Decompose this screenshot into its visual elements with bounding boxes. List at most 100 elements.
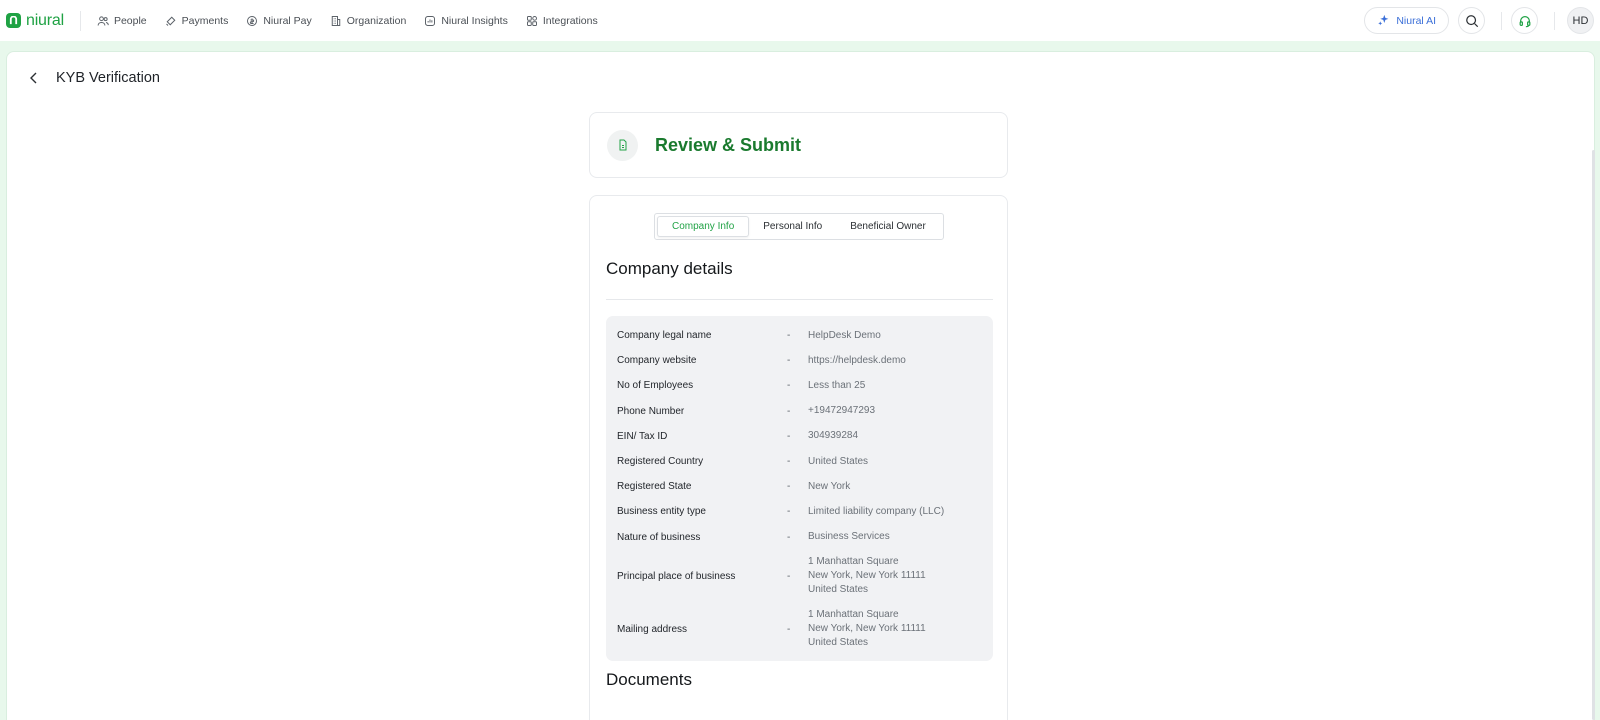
- nav-item-label: People: [113, 14, 147, 27]
- detail-label: Mailing address: [617, 623, 688, 635]
- company-info-card: Company Info Personal Info Beneficial Ow…: [589, 195, 1008, 720]
- detail-row-registered-state: Registered State - New York: [606, 474, 993, 499]
- detail-label: Principal place of business: [617, 570, 736, 582]
- documents-title: Documents: [606, 670, 692, 689]
- detail-value: https://helpdesk.demo: [808, 354, 906, 366]
- headset-icon: [1519, 15, 1530, 27]
- nav-divider: [1554, 11, 1555, 30]
- detail-separator: -: [787, 430, 791, 442]
- detail-separator: -: [787, 355, 791, 367]
- nav-divider: [1501, 11, 1502, 30]
- nav-item-people[interactable]: People: [97, 15, 147, 27]
- detail-separator: -: [787, 330, 791, 342]
- nav-item-label: Niural Pay: [263, 14, 312, 27]
- detail-label: Company website: [617, 355, 697, 367]
- niural-ai-label: Niural AI: [1396, 14, 1436, 27]
- top-navigation: niural People Payments Niural Pay Organi…: [0, 0, 1600, 41]
- integrations-icon: [526, 15, 537, 26]
- detail-label: No of Employees: [617, 380, 694, 392]
- detail-label: EIN/ Tax ID: [617, 430, 668, 442]
- tab-company-info[interactable]: Company Info: [657, 216, 750, 237]
- detail-row-mailing-address: Mailing address - 1 Manhattan Square New…: [606, 603, 993, 656]
- nav-item-integrations[interactable]: Integrations: [526, 15, 598, 27]
- tab-beneficial-owner[interactable]: Beneficial Owner: [836, 216, 940, 237]
- niural-ai-button[interactable]: Niural AI: [1364, 7, 1449, 34]
- address-line: New York, New York 11111: [808, 623, 926, 635]
- nav-item-payments[interactable]: Payments: [165, 14, 229, 27]
- support-button[interactable]: [1511, 7, 1538, 34]
- detail-separator: -: [787, 506, 791, 518]
- detail-separator: -: [787, 623, 791, 635]
- detail-separator: -: [787, 531, 791, 543]
- brand-logo[interactable]: niural: [0, 10, 81, 31]
- niural-pay-icon: [247, 15, 258, 26]
- detail-value: New York: [808, 480, 851, 492]
- document-icon-wrapper: [607, 129, 638, 161]
- address-line: 1 Manhattan Square: [808, 609, 899, 621]
- address-line: New York, New York 11111: [808, 570, 926, 582]
- detail-label: Registered State: [617, 481, 692, 493]
- section-divider: [606, 299, 993, 300]
- detail-separator: -: [787, 380, 791, 392]
- scrollbar[interactable]: [1592, 150, 1595, 720]
- review-title: Review & Submit: [655, 134, 802, 155]
- user-avatar[interactable]: HD: [1567, 7, 1594, 34]
- detail-label: Phone Number: [617, 405, 685, 417]
- detail-value: 304939284: [808, 430, 859, 442]
- detail-value: 1 Manhattan Square New York, New York 11…: [808, 608, 926, 650]
- detail-label: Registered Country: [617, 456, 704, 468]
- detail-separator: -: [787, 570, 791, 582]
- detail-value: Less than 25: [808, 379, 866, 391]
- detail-value: United States: [808, 455, 869, 467]
- detail-value: Limited liability company (LLC): [808, 505, 945, 517]
- address-line: 1 Manhattan Square: [808, 556, 899, 568]
- people-icon: [97, 15, 109, 26]
- detail-row-ein-tax-id: EIN/ Tax ID - 304939284: [606, 424, 993, 449]
- detail-label: Nature of business: [617, 531, 701, 543]
- organization-icon: [331, 15, 341, 26]
- detail-value: 1 Manhattan Square New York, New York 11…: [808, 555, 926, 597]
- detail-value: HelpDesk Demo: [808, 329, 881, 341]
- payments-icon: [165, 16, 176, 26]
- detail-separator: -: [787, 456, 791, 468]
- review-submit-card: Review & Submit: [589, 112, 1008, 178]
- detail-label: Company legal name: [617, 330, 712, 342]
- detail-separator: -: [787, 405, 791, 417]
- detail-label: Business entity type: [617, 506, 706, 518]
- nav-item-label: Integrations: [542, 14, 598, 27]
- detail-row-business-entity-type: Business entity type - Limited liability…: [606, 499, 993, 524]
- detail-row-registered-country: Registered Country - United States: [606, 449, 993, 474]
- address-line: United States: [808, 637, 869, 649]
- nav-item-niural-pay[interactable]: Niural Pay: [246, 14, 312, 27]
- niural-logo-icon: [6, 13, 21, 28]
- document-icon: [619, 139, 626, 151]
- address-line: United States: [808, 584, 869, 596]
- nav-actions: Niural AI HD: [1364, 0, 1594, 41]
- detail-row-no-of-employees: No of Employees - Less than 25: [606, 373, 993, 398]
- search-icon: [1465, 14, 1478, 27]
- search-button[interactable]: [1458, 7, 1485, 34]
- nav-item-label: Payments: [181, 14, 229, 27]
- nav-item-organization[interactable]: Organization: [330, 14, 407, 27]
- detail-row-nature-of-business: Nature of business - Business Services: [606, 525, 993, 550]
- nav-item-label: Niural Insights: [441, 14, 508, 27]
- detail-value: +19472947293: [808, 405, 876, 417]
- detail-row-phone-number: Phone Number - +19472947293: [606, 399, 993, 424]
- tab-personal-info[interactable]: Personal Info: [749, 216, 836, 237]
- detail-row-company-legal-name: Company legal name - HelpDesk Demo: [606, 323, 993, 348]
- nav-item-label: Organization: [346, 14, 407, 27]
- page-header: KYB Verification: [26, 70, 160, 86]
- sparkle-icon: [1378, 14, 1389, 26]
- company-details-title: Company details: [606, 259, 733, 278]
- detail-separator: -: [787, 481, 791, 493]
- company-details-list: Company legal name - HelpDesk Demo Compa…: [606, 316, 993, 661]
- back-arrow-icon[interactable]: [26, 70, 42, 86]
- brand-name: niural: [26, 11, 64, 29]
- detail-value: Business Services: [808, 531, 890, 543]
- nav-item-niural-insights[interactable]: Niural Insights: [424, 15, 508, 27]
- detail-row-company-website: Company website - https://helpdesk.demo: [606, 348, 993, 373]
- info-tabs: Company Info Personal Info Beneficial Ow…: [654, 213, 944, 240]
- detail-row-principal-place-of-business: Principal place of business - 1 Manhatta…: [606, 550, 993, 603]
- page-title: KYB Verification: [56, 70, 160, 86]
- insights-icon: [425, 15, 436, 26]
